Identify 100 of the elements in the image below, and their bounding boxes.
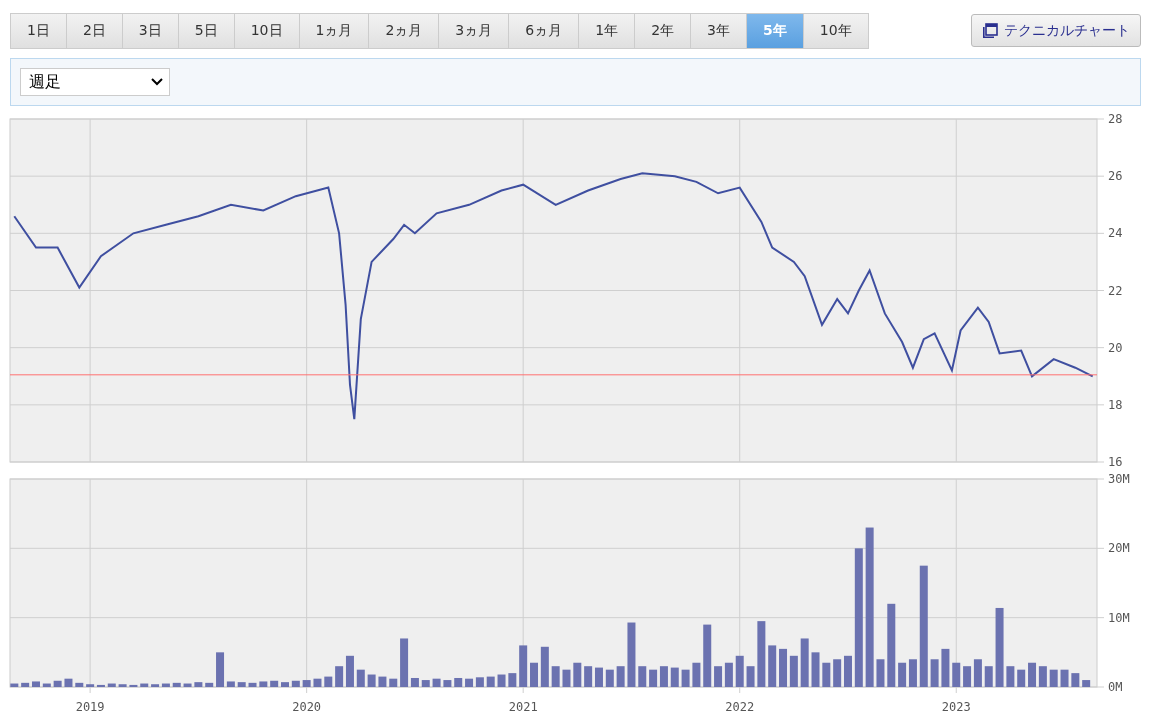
volume-bar bbox=[616, 666, 625, 687]
axis-label: 30M bbox=[1108, 472, 1130, 486]
axis-label: 16 bbox=[1108, 455, 1123, 466]
volume-bar bbox=[205, 682, 214, 687]
volume-bar bbox=[378, 676, 387, 687]
volume-bar bbox=[746, 666, 755, 687]
volume-bar bbox=[389, 678, 398, 687]
period-tab[interactable]: 5日 bbox=[178, 14, 235, 48]
period-tab[interactable]: 6ヵ月 bbox=[509, 14, 580, 48]
volume-bar bbox=[281, 682, 289, 687]
volume-bar bbox=[421, 680, 430, 687]
volume-bar bbox=[172, 682, 181, 687]
volume-bar bbox=[10, 683, 19, 687]
volume-bar bbox=[551, 666, 560, 687]
volume-bar bbox=[107, 683, 116, 687]
volume-bar bbox=[1006, 666, 1015, 687]
volume-bar bbox=[508, 673, 517, 687]
interval-select[interactable]: 週足 bbox=[20, 68, 170, 96]
volume-bar bbox=[475, 677, 484, 687]
window-icon bbox=[982, 22, 998, 39]
volume-bar bbox=[313, 678, 322, 687]
volume-bar bbox=[562, 669, 571, 687]
volume-bar bbox=[930, 659, 939, 687]
volume-bar bbox=[367, 674, 376, 687]
volume-bar bbox=[183, 683, 192, 687]
volume-bar bbox=[259, 681, 268, 687]
axis-label: 24 bbox=[1108, 226, 1123, 241]
period-tab[interactable]: 10年 bbox=[803, 14, 868, 48]
volume-bar bbox=[908, 659, 917, 687]
volume-bar bbox=[237, 682, 246, 687]
volume-bar bbox=[627, 622, 636, 687]
volume-bar bbox=[140, 683, 149, 687]
volume-bar bbox=[659, 666, 668, 687]
period-tab[interactable]: 1日 bbox=[11, 14, 67, 48]
axis-label: 26 bbox=[1108, 169, 1123, 184]
axis-label: 20M bbox=[1108, 541, 1130, 556]
volume-bar bbox=[1028, 662, 1037, 687]
volume-bar bbox=[1038, 666, 1047, 687]
volume-bar bbox=[486, 676, 495, 687]
period-tab[interactable]: 2日 bbox=[66, 14, 123, 48]
volume-bar bbox=[973, 659, 982, 687]
period-tab[interactable]: 3年 bbox=[691, 14, 747, 48]
axis-label: 2021 bbox=[508, 700, 538, 714]
volume-bar bbox=[194, 682, 203, 687]
volume-bar bbox=[800, 638, 809, 687]
volume-bar bbox=[833, 659, 842, 687]
volume-bar bbox=[432, 678, 441, 687]
volume-bar bbox=[952, 662, 961, 687]
volume-bar bbox=[1082, 680, 1091, 687]
axis-label: 10M bbox=[1108, 610, 1130, 625]
volume-bar bbox=[540, 646, 549, 687]
volume-bar bbox=[898, 662, 907, 687]
volume-bar bbox=[605, 669, 614, 687]
volume-bar bbox=[638, 666, 647, 687]
volume-bar bbox=[844, 655, 852, 687]
volume-bar bbox=[465, 678, 474, 687]
volume-bar bbox=[822, 662, 831, 687]
volume-bar bbox=[1017, 669, 1026, 687]
volume-bar bbox=[768, 645, 777, 687]
period-tab[interactable]: 2年 bbox=[635, 14, 692, 48]
axis-label: 2022 bbox=[725, 700, 755, 714]
volume-bar bbox=[291, 680, 300, 687]
volume-bar bbox=[324, 676, 333, 687]
period-tab[interactable]: 1年 bbox=[579, 14, 636, 48]
axis-label: 22 bbox=[1108, 283, 1123, 298]
volume-bar bbox=[530, 662, 538, 687]
axis-label: 2023 bbox=[941, 700, 971, 714]
period-tab[interactable]: 3ヵ月 bbox=[439, 14, 510, 48]
axis-label: 2020 bbox=[292, 700, 322, 714]
volume-bar bbox=[32, 681, 40, 687]
volume-bar bbox=[270, 680, 279, 687]
volume-bar bbox=[53, 680, 62, 687]
volume-bar bbox=[941, 648, 950, 687]
axis-label: 2019 bbox=[75, 700, 105, 714]
period-tab[interactable]: 3日 bbox=[122, 14, 179, 48]
volume-bar bbox=[573, 662, 582, 687]
axis-label: 0M bbox=[1108, 680, 1123, 694]
volume-bar bbox=[984, 666, 993, 687]
volume-bar bbox=[1060, 669, 1069, 687]
volume-bar bbox=[670, 667, 679, 687]
volume-bar bbox=[703, 624, 712, 687]
volume-bar bbox=[714, 666, 723, 687]
volume-bar bbox=[876, 659, 885, 687]
period-tab[interactable]: 10日 bbox=[234, 14, 300, 48]
chevron-down-icon bbox=[151, 78, 163, 86]
volume-bar bbox=[681, 669, 690, 687]
volume-bar bbox=[1049, 669, 1058, 687]
volume-bar bbox=[584, 666, 593, 687]
volume-bar bbox=[21, 682, 30, 687]
technical-chart-button[interactable]: テクニカルチャート bbox=[971, 14, 1141, 47]
volume-bar bbox=[692, 662, 701, 687]
volume-bar bbox=[735, 655, 744, 687]
volume-bar bbox=[779, 648, 788, 687]
volume-bar bbox=[789, 655, 798, 687]
period-tab[interactable]: 2ヵ月 bbox=[369, 14, 440, 48]
volume-bar bbox=[64, 678, 73, 687]
volume-bar bbox=[649, 669, 658, 687]
volume-bar bbox=[248, 682, 257, 687]
period-tab[interactable]: 1ヵ月 bbox=[299, 14, 370, 48]
volume-bar bbox=[118, 684, 127, 687]
